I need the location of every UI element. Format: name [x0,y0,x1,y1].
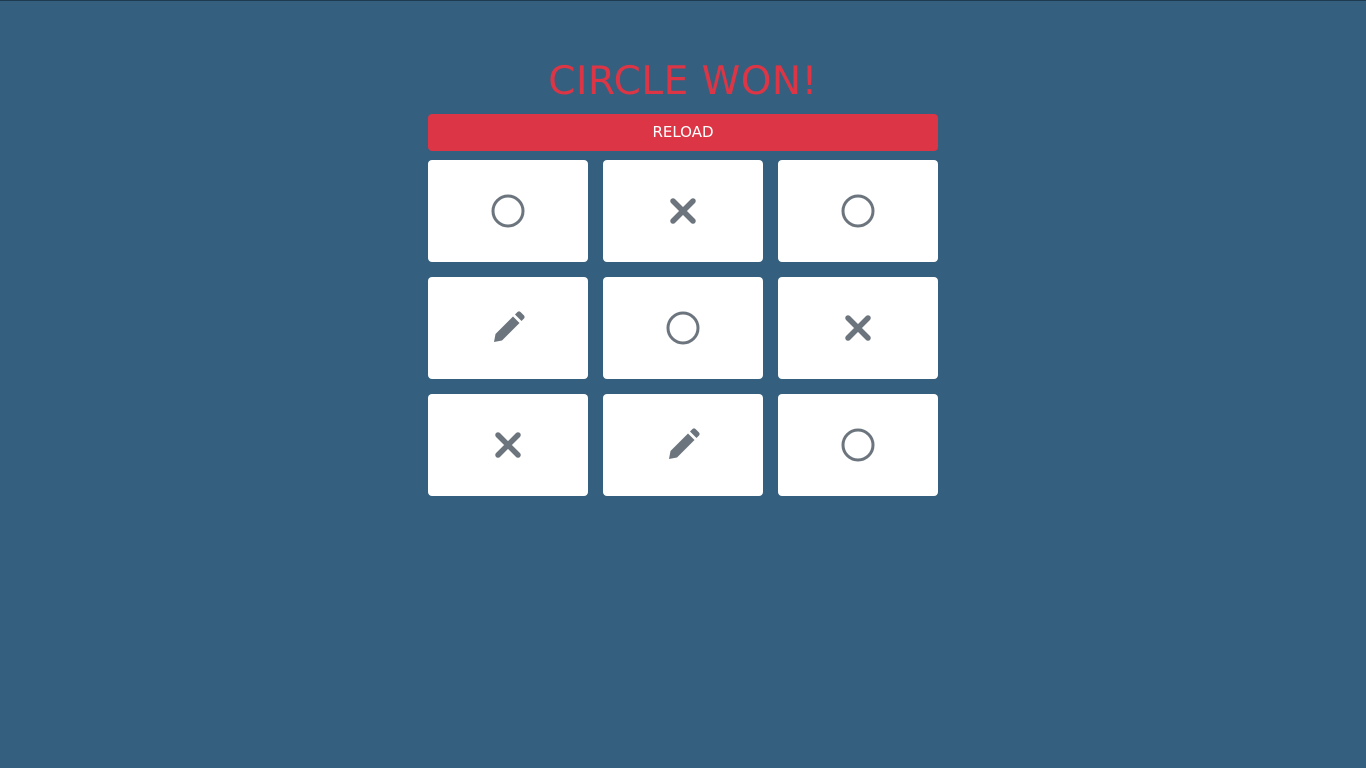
board-cell-r3-c3[interactable] [778,394,938,496]
board-cell-r2-c1[interactable] [428,277,588,379]
x-icon [670,198,696,224]
circle-icon [666,311,700,345]
board-cell-r2-c2[interactable] [603,277,763,379]
reload-button[interactable]: RELOAD [428,114,938,151]
board-cell-r1-c2[interactable] [603,160,763,262]
circle-icon [841,428,875,462]
game-board [428,160,938,496]
game-status-title: CIRCLE WON! [548,59,818,104]
circle-icon [491,194,525,228]
x-icon [845,315,871,341]
board-cell-r1-c3[interactable] [778,160,938,262]
pencil-icon [669,428,700,459]
circle-icon [841,194,875,228]
board-cell-r1-c1[interactable] [428,160,588,262]
board-cell-r2-c3[interactable] [778,277,938,379]
board-cell-r3-c2[interactable] [603,394,763,496]
pencil-icon [494,311,525,342]
x-icon [495,432,521,458]
board-cell-r3-c1[interactable] [428,394,588,496]
